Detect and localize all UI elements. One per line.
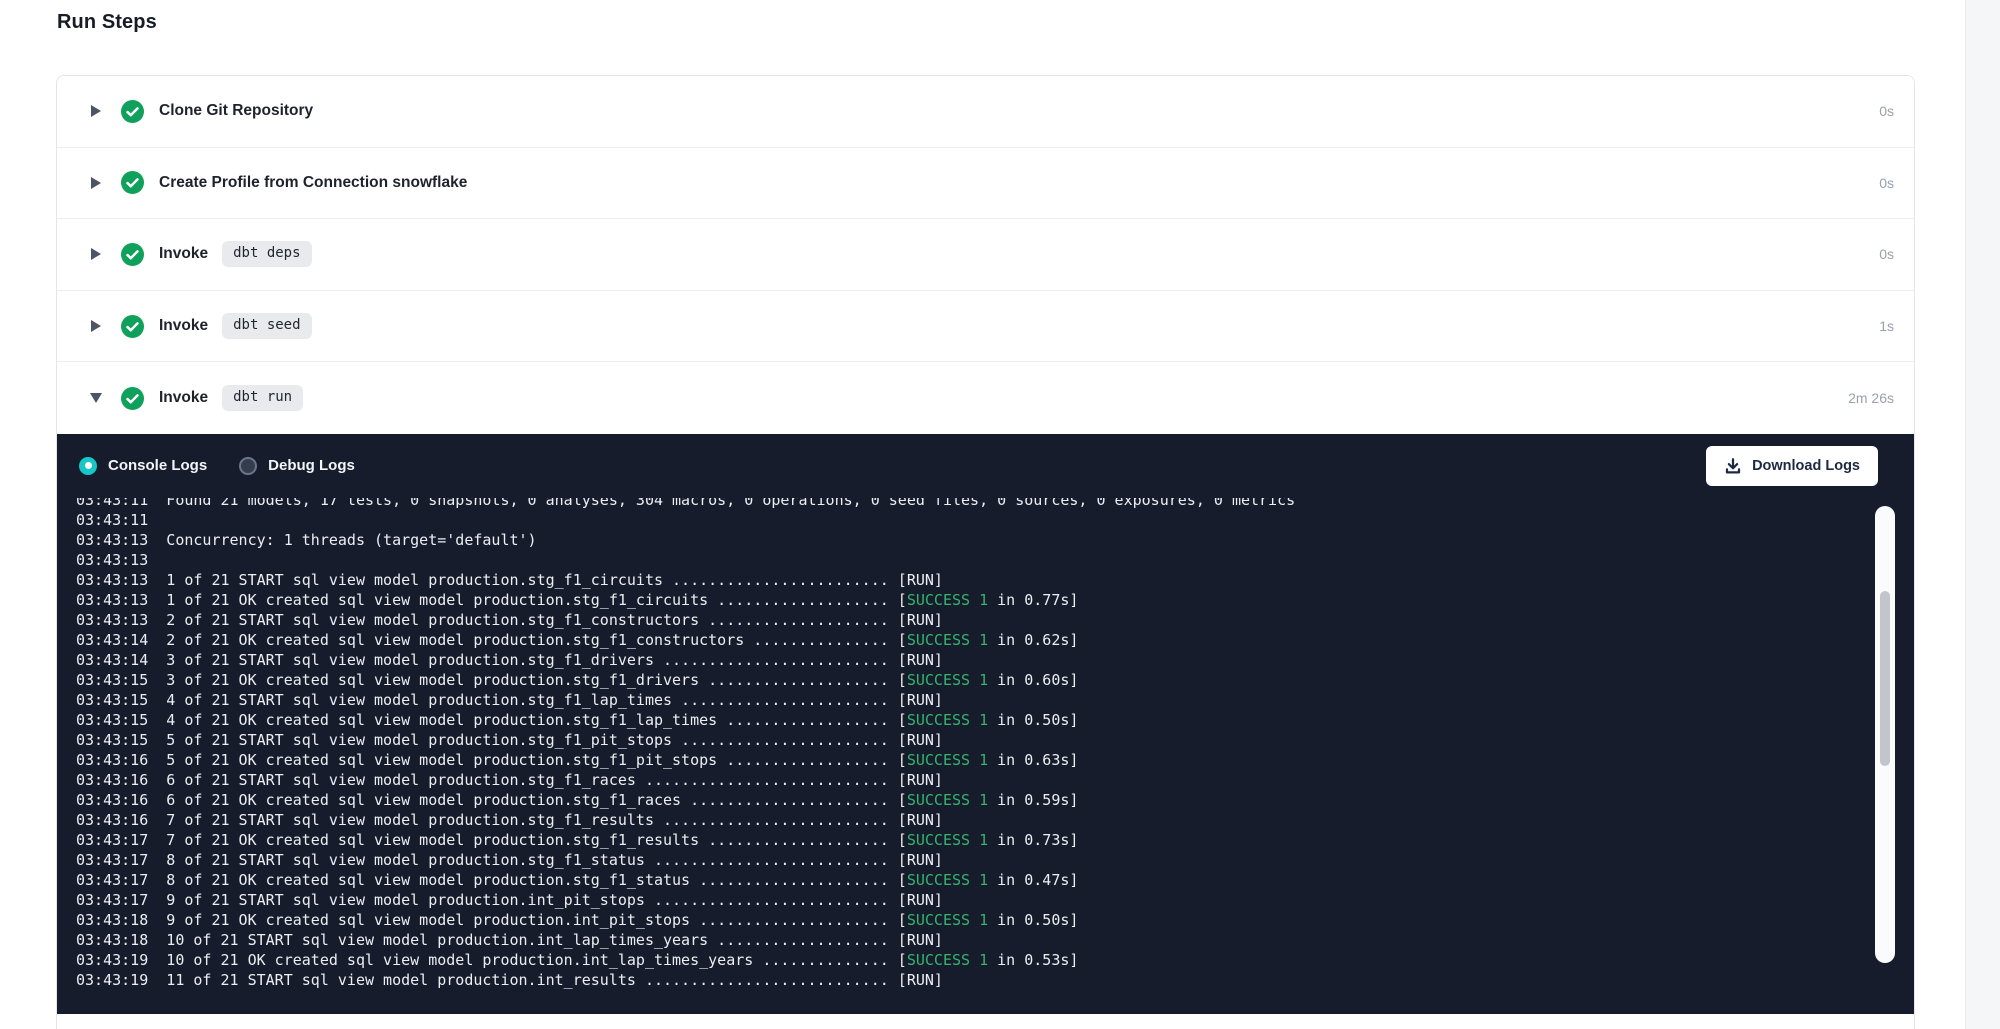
log-panel: Console Logs Debug Logs Download Logs 03…: [57, 434, 1914, 1014]
success-check-icon: [121, 387, 144, 410]
expander-icon[interactable]: [89, 177, 103, 189]
log-line: 03:43:15 4 of 21 START sql view model pr…: [76, 690, 1914, 710]
step-command-badge: dbt seed: [222, 313, 311, 339]
log-lines: 03:43:11 Found 21 models, 17 tests, 0 sn…: [76, 498, 1914, 990]
log-line: 03:43:13 1 of 21 START sql view model pr…: [76, 570, 1914, 590]
log-scrollbar-thumb[interactable]: [1880, 591, 1890, 766]
log-line: 03:43:19 11 of 21 START sql view model p…: [76, 970, 1914, 990]
expander-icon[interactable]: [89, 393, 103, 403]
log-line: 03:43:16 5 of 21 OK created sql view mod…: [76, 750, 1914, 770]
step-duration: 0s: [1879, 103, 1894, 119]
log-scrollbar-track[interactable]: [1875, 506, 1895, 963]
run-step-row[interactable]: Invoke dbt deps 0s: [57, 219, 1914, 291]
console-logs-radio-icon[interactable]: [79, 457, 97, 475]
run-step-row[interactable]: Create Profile from Connection snowflake…: [57, 148, 1914, 220]
log-line: 03:43:15 5 of 21 START sql view model pr…: [76, 730, 1914, 750]
step-duration: 0s: [1879, 246, 1894, 262]
download-logs-button[interactable]: Download Logs: [1706, 446, 1878, 486]
console-logs-label: Console Logs: [108, 457, 207, 474]
log-line: 03:43:16 6 of 21 OK created sql view mod…: [76, 790, 1914, 810]
run-step-row[interactable]: Invoke dbt seed 1s: [57, 291, 1914, 363]
step-label: Invoke: [159, 389, 208, 407]
log-line: 03:43:13 2 of 21 START sql view model pr…: [76, 610, 1914, 630]
run-steps-card: Clone Git Repository 0s Create Profile f…: [56, 75, 1915, 1029]
log-line: 03:43:18 9 of 21 OK created sql view mod…: [76, 910, 1914, 930]
step-command-badge: dbt deps: [222, 241, 311, 267]
debug-logs-label: Debug Logs: [268, 457, 355, 474]
expander-icon[interactable]: [89, 248, 103, 260]
log-line: 03:43:16 6 of 21 START sql view model pr…: [76, 770, 1914, 790]
tab-debug-logs[interactable]: Debug Logs: [239, 457, 355, 475]
log-line: 03:43:17 9 of 21 START sql view model pr…: [76, 890, 1914, 910]
log-line: 03:43:17 8 of 21 START sql view model pr…: [76, 850, 1914, 870]
run-step-row[interactable]: Clone Git Repository 0s: [57, 76, 1914, 148]
expander-icon[interactable]: [89, 320, 103, 332]
console-log-output[interactable]: 03:43:11 Found 21 models, 17 tests, 0 sn…: [57, 498, 1914, 1014]
download-icon: [1724, 457, 1742, 475]
log-line: 03:43:11: [76, 510, 1914, 530]
success-check-icon: [121, 243, 144, 266]
expander-icon[interactable]: [89, 105, 103, 117]
log-line: 03:43:17 7 of 21 OK created sql view mod…: [76, 830, 1914, 850]
log-line: 03:43:16 7 of 21 START sql view model pr…: [76, 810, 1914, 830]
success-check-icon: [121, 315, 144, 338]
log-line: 03:43:14 3 of 21 START sql view model pr…: [76, 650, 1914, 670]
log-panel-header: Console Logs Debug Logs Download Logs: [57, 434, 1914, 498]
debug-logs-radio-icon[interactable]: [239, 457, 257, 475]
step-command-badge: dbt run: [222, 385, 303, 411]
log-line: 03:43:15 3 of 21 OK created sql view mod…: [76, 670, 1914, 690]
page-right-gutter: [1965, 0, 2000, 1029]
step-duration: 0s: [1879, 175, 1894, 191]
step-label: Create Profile from Connection snowflake: [159, 174, 467, 192]
log-line: 03:43:11 Found 21 models, 17 tests, 0 sn…: [76, 498, 1914, 510]
step-duration: 2m 26s: [1848, 390, 1894, 406]
run-step-row[interactable]: Invoke dbt run 2m 26s: [57, 362, 1914, 434]
log-line: 03:43:15 4 of 21 OK created sql view mod…: [76, 710, 1914, 730]
run-steps-list: Clone Git Repository 0s Create Profile f…: [57, 76, 1914, 434]
success-check-icon: [121, 100, 144, 123]
log-line: 03:43:13 1 of 21 OK created sql view mod…: [76, 590, 1914, 610]
log-line: 03:43:13: [76, 550, 1914, 570]
log-line: 03:43:14 2 of 21 OK created sql view mod…: [76, 630, 1914, 650]
step-label: Invoke: [159, 317, 208, 335]
page-title: Run Steps: [57, 11, 157, 34]
log-line: 03:43:17 8 of 21 OK created sql view mod…: [76, 870, 1914, 890]
log-line: 03:43:18 10 of 21 START sql view model p…: [76, 930, 1914, 950]
step-label: Invoke: [159, 245, 208, 263]
log-line: 03:43:13 Concurrency: 1 threads (target=…: [76, 530, 1914, 550]
tab-console-logs[interactable]: Console Logs: [79, 457, 207, 475]
download-logs-label: Download Logs: [1752, 458, 1860, 474]
step-label: Clone Git Repository: [159, 102, 313, 120]
success-check-icon: [121, 171, 144, 194]
step-duration: 1s: [1879, 318, 1894, 334]
log-line: 03:43:19 10 of 21 OK created sql view mo…: [76, 950, 1914, 970]
